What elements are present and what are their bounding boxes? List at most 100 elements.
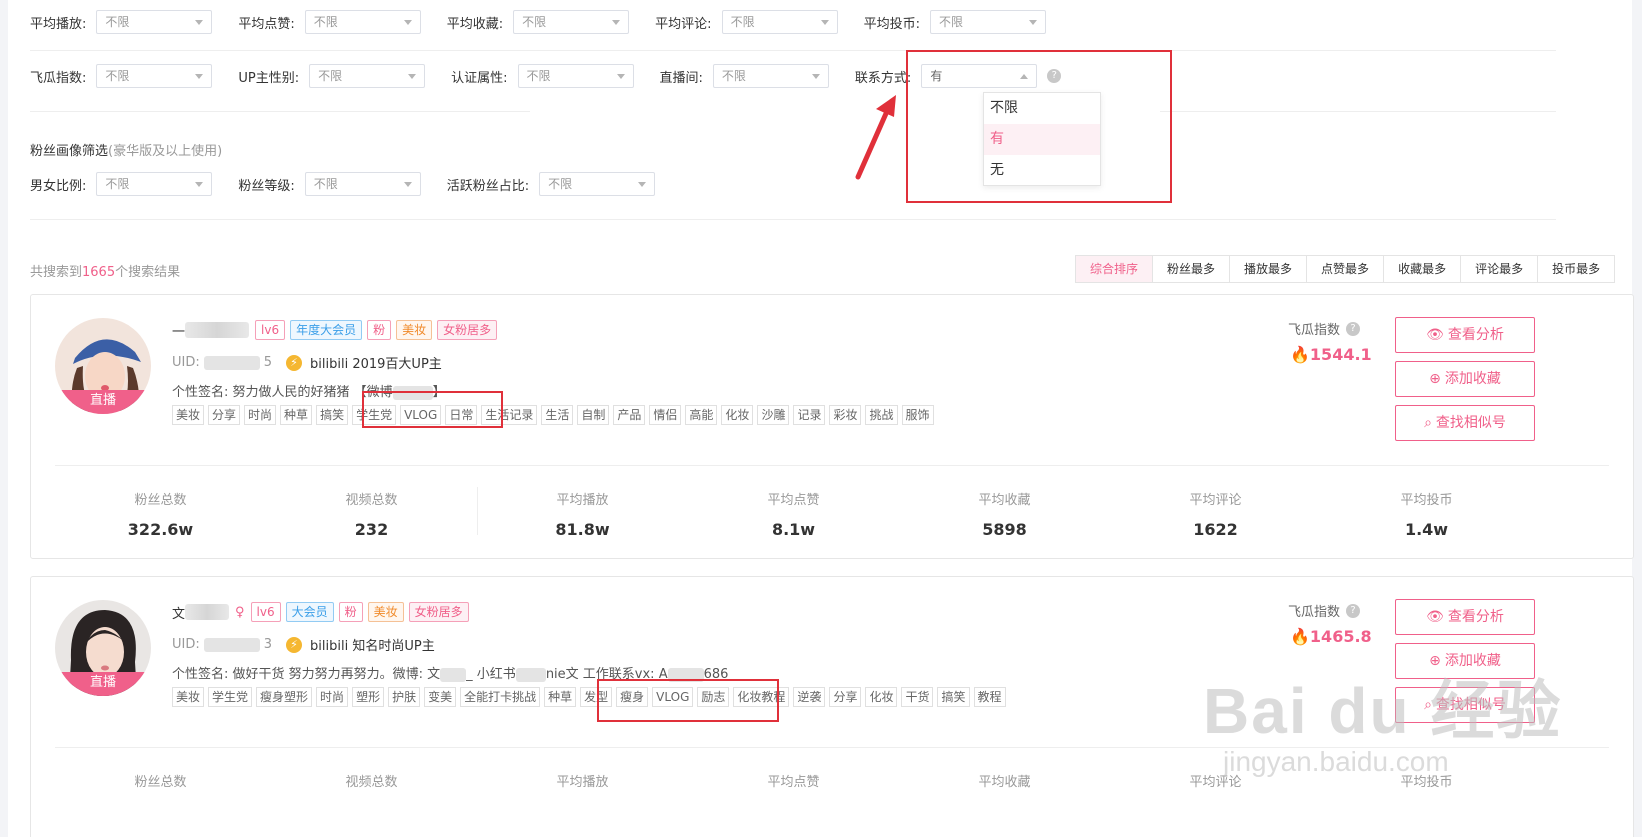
stat-avg-like: 平均点赞 (688, 771, 899, 790)
keyword-tag[interactable]: 产品 (613, 405, 646, 425)
live-room-select[interactable]: 不限 (712, 64, 829, 88)
tag-audience: 女粉居多 (437, 320, 498, 340)
up-gender-select[interactable]: 不限 (309, 64, 426, 88)
stat-label: 平均评论 (1189, 775, 1242, 790)
up-card[interactable]: 直播 一 lv6 年度大会员 粉 美妆 女粉居多 UID: 5 ⚡ bilibi… (30, 294, 1634, 559)
avg-collect-select[interactable]: 不限 (513, 10, 630, 34)
keyword-tag[interactable]: 分享 (208, 405, 241, 425)
keyword-tag[interactable]: 护肤 (388, 687, 421, 707)
keyword-tag[interactable]: 美妆 (172, 405, 205, 425)
keyword-tag[interactable]: 塑形 (352, 687, 385, 707)
gender-ratio-select[interactable]: 不限 (96, 172, 213, 196)
sort-tab-plays[interactable]: 播放最多 (1230, 256, 1308, 282)
chevron-down-icon (408, 74, 417, 79)
up-card[interactable]: 直播 文 ♀ lv6 大会员 粉 美妆 女粉居多 UID: 3 ⚡ bilibi… (30, 576, 1634, 837)
filter-label: 活跃粉丝占比: (446, 178, 530, 194)
view-analysis-button[interactable]: 👁 查看分析 (1395, 317, 1535, 353)
help-icon[interactable]: ? (1346, 603, 1361, 618)
avg-comment-select[interactable]: 不限 (721, 10, 838, 34)
stat-value: 5898 (982, 520, 1027, 539)
fly-index-value: 🔥1465.8 (1290, 627, 1372, 646)
up-name[interactable]: 文 (172, 603, 185, 622)
find-similar-button[interactable]: ⌕ 查找相似号 (1395, 687, 1535, 723)
filter-label: 平均投币: (863, 16, 920, 32)
keyword-tag[interactable]: 化妆 (865, 687, 898, 707)
filter-live-room: 直播间: 不限 (660, 64, 829, 88)
sort-tab-coins[interactable]: 投币最多 (1538, 256, 1615, 282)
add-favorite-button[interactable]: ⊕ 添加收藏 (1395, 361, 1535, 397)
up-name-row: 一 lv6 年度大会员 粉 美妆 女粉居多 (172, 320, 502, 340)
keyword-tag[interactable]: 搞笑 (316, 405, 349, 425)
avatar[interactable]: 直播 (55, 318, 151, 414)
fly-index-number: 1544.1 (1309, 345, 1372, 364)
keyword-tag[interactable]: 服饰 (901, 405, 934, 425)
keyword-tag[interactable]: 逆袭 (793, 687, 826, 707)
avg-coin-select[interactable]: 不限 (929, 10, 1046, 34)
select-value: 不限 (105, 15, 130, 29)
keyword-tag[interactable]: 全能打卡挑战 (460, 687, 541, 707)
view-analysis-button[interactable]: 👁 查看分析 (1395, 599, 1535, 635)
verification-select[interactable]: 不限 (517, 64, 634, 88)
filter-label: 直播间: (659, 70, 703, 86)
female-icon: ♀ (235, 604, 245, 620)
stat-avg-comment: 平均评论 1622 (1110, 489, 1321, 539)
keyword-tag[interactable]: 种草 (280, 405, 313, 425)
keyword-tag[interactable]: 高能 (685, 405, 718, 425)
keyword-tag[interactable]: 情侣 (649, 405, 682, 425)
uid-value: 3 (263, 637, 273, 652)
keyword-tag[interactable]: 变美 (424, 687, 457, 707)
stat-value: 81.8w (555, 520, 610, 539)
find-similar-button[interactable]: ⌕ 查找相似号 (1395, 405, 1535, 441)
results-prefix: 共搜索到 (30, 265, 83, 280)
active-fans-select[interactable]: 不限 (539, 172, 656, 196)
sort-tab-composite[interactable]: 综合排序 (1076, 256, 1154, 282)
keyword-tag[interactable]: 美妆 (172, 687, 205, 707)
fire-icon: 🔥 (1290, 345, 1310, 364)
sort-tab-likes[interactable]: 点赞最多 (1307, 256, 1385, 282)
select-value: 不限 (105, 177, 130, 191)
keyword-tag[interactable]: 学生党 (208, 687, 253, 707)
highlight-box-contact (906, 50, 1172, 203)
fan-level-select[interactable]: 不限 (304, 172, 421, 196)
avg-like-select[interactable]: 不限 (304, 10, 421, 34)
fly-index-select[interactable]: 不限 (96, 64, 213, 88)
uid-redaction (203, 355, 260, 370)
avatar[interactable]: 直播 (55, 600, 151, 696)
fly-index-number: 1465.8 (1309, 627, 1372, 646)
keyword-tag[interactable]: 时尚 (244, 405, 277, 425)
stat-label: 平均收藏 (978, 775, 1031, 790)
uid-row: UID: 3 ⚡ bilibili 知名时尚UP主 (172, 635, 435, 654)
keyword-tag[interactable]: 生活 (541, 405, 574, 425)
avg-play-select[interactable]: 不限 (96, 10, 213, 34)
chevron-down-icon (638, 182, 647, 187)
keyword-tag[interactable]: 化妆 (721, 405, 754, 425)
keyword-tag[interactable]: 分享 (829, 687, 862, 707)
select-value: 不限 (313, 15, 338, 29)
keyword-tag[interactable]: 教程 (973, 687, 1006, 707)
keyword-tag[interactable]: 彩妆 (829, 405, 862, 425)
keyword-tag[interactable]: 挑战 (865, 405, 898, 425)
sort-tab-collects[interactable]: 收藏最多 (1384, 256, 1462, 282)
filter-verification: 认证属性: 不限 (451, 64, 634, 88)
keyword-tag[interactable]: 干货 (901, 687, 934, 707)
keyword-tag[interactable]: 沙雕 (757, 405, 790, 425)
up-name[interactable]: 一 (172, 321, 185, 340)
help-icon[interactable]: ? (1346, 321, 1361, 336)
button-label: 添加收藏 (1444, 653, 1501, 669)
keyword-tag[interactable]: 瘦身塑形 (256, 687, 313, 707)
add-favorite-button[interactable]: ⊕ 添加收藏 (1395, 643, 1535, 679)
sort-tab-fans[interactable]: 粉丝最多 (1153, 256, 1231, 282)
stat-avg-play: 平均播放 81.8w (477, 489, 688, 539)
keyword-tag[interactable]: 自制 (577, 405, 610, 425)
keyword-tag[interactable]: 时尚 (316, 687, 349, 707)
tag-category: 美妆 (396, 320, 433, 340)
sort-tab-comments[interactable]: 评论最多 (1461, 256, 1539, 282)
filter-divider (30, 50, 1556, 51)
keyword-tag[interactable]: 记录 (793, 405, 826, 425)
uid-redaction (203, 637, 260, 652)
fly-index-title: 飞瓜指数 (1288, 323, 1341, 338)
keyword-tag[interactable]: 种草 (544, 687, 577, 707)
signature-text: 个性签名: 努力做人民的好猪猪 【微博 (172, 385, 393, 400)
keyword-tag[interactable]: 搞笑 (937, 687, 970, 707)
stat-avg-play: 平均播放 (477, 771, 688, 790)
